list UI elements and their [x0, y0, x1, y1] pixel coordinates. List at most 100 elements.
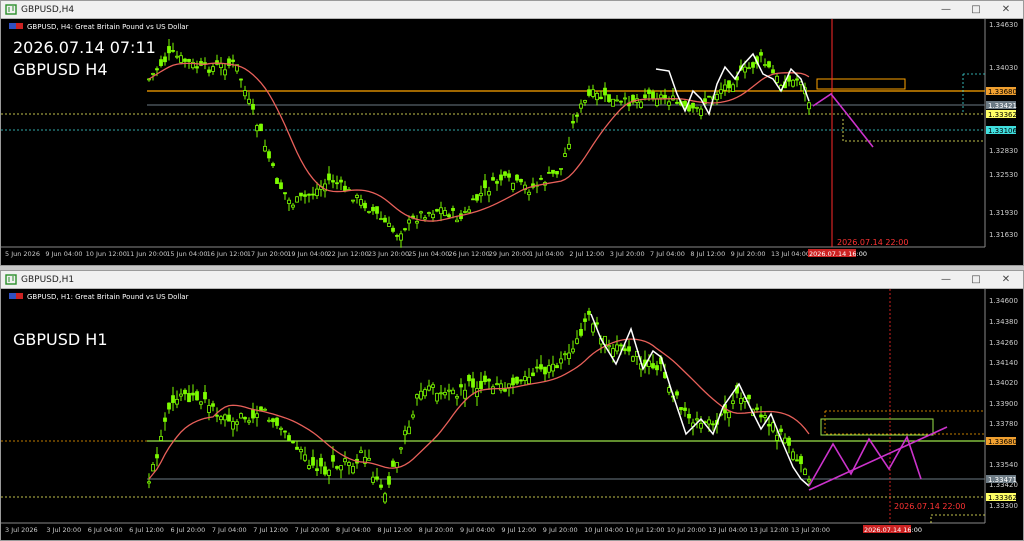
window-titlebar[interactable]: GBPUSD,H1 — □ ✕	[1, 271, 1023, 289]
candle-body	[371, 476, 375, 483]
candle-body	[175, 55, 179, 58]
candle-body	[691, 102, 695, 109]
time-marker: 2026.07.14 16:00	[864, 526, 922, 534]
candle-body	[323, 466, 327, 475]
candle-body	[771, 422, 775, 432]
candle-body	[495, 383, 499, 386]
candle-body	[179, 55, 183, 63]
candle-body	[283, 430, 287, 433]
candle-body	[403, 228, 407, 231]
candle-body	[315, 188, 319, 197]
candle-body	[231, 59, 235, 62]
candle-body	[183, 58, 187, 62]
minimize-button[interactable]: —	[931, 271, 961, 288]
candle-body	[567, 352, 571, 360]
candle-body	[415, 394, 419, 399]
candle-body	[151, 73, 155, 75]
price-chart-h1[interactable]: GBPUSD, H1: Great Britain Pound vs US Do…	[1, 289, 1023, 540]
flag-icon	[9, 293, 23, 299]
candle-body	[755, 407, 759, 410]
candle-body	[747, 67, 751, 70]
candle-body	[551, 363, 555, 372]
candle-body	[335, 182, 339, 185]
candle-body	[399, 233, 403, 241]
candle-body	[187, 393, 191, 403]
candle-body	[563, 153, 567, 157]
candle-body	[643, 94, 647, 99]
candle-body	[443, 391, 447, 396]
time-label: 9 Jul 20:00	[543, 526, 578, 534]
candle-body	[247, 98, 251, 104]
price-label: 1.31930	[989, 209, 1018, 217]
candle-body	[255, 125, 259, 132]
close-button[interactable]: ✕	[991, 271, 1021, 288]
candle-body	[699, 422, 703, 429]
candle-body	[651, 363, 655, 369]
overlay-datetime: 2026.07.14 07:11	[13, 38, 156, 57]
candle-body	[295, 446, 299, 450]
candle-body	[363, 202, 367, 209]
chart-window-h4[interactable]: GBPUSD,H4 — □ ✕ GBPUSD, H4: Great Britai…	[0, 0, 1024, 266]
candle-body	[451, 389, 455, 395]
candle-body	[727, 411, 731, 419]
candle-body	[427, 385, 431, 391]
candle-body	[211, 66, 215, 72]
candle-body	[619, 100, 623, 103]
candle-body	[467, 375, 471, 382]
candle-body	[251, 409, 255, 419]
price-tag: 1.33421	[988, 102, 1017, 110]
chart-window-h1[interactable]: GBPUSD,H1 — □ ✕ GBPUSD, H1: Great Britai…	[0, 270, 1024, 541]
time-marker: 2026.07.14 16:00	[809, 250, 867, 258]
candle-body	[379, 218, 383, 220]
candle-body	[807, 479, 811, 482]
maximize-button[interactable]: □	[961, 271, 991, 288]
candle-body	[519, 379, 523, 382]
candle-body	[567, 143, 571, 149]
candle-body	[519, 178, 523, 183]
candle-body	[443, 210, 447, 216]
time-label: 19 Jun 04:00	[287, 250, 328, 258]
candle-body	[775, 434, 779, 441]
candle-body	[303, 194, 307, 197]
close-button[interactable]: ✕	[991, 1, 1021, 18]
candle-body	[575, 338, 579, 344]
candle-body	[259, 123, 263, 132]
candle-body	[775, 75, 779, 83]
candle-body	[607, 345, 611, 348]
time-label: 8 Jul 12:00	[690, 250, 725, 258]
candle-body	[295, 196, 299, 203]
candle-body	[591, 323, 595, 333]
candle-body	[231, 421, 235, 430]
time-label: 10 Jun 12:00	[86, 250, 127, 258]
candle-body	[547, 171, 551, 174]
candle-body	[439, 207, 443, 215]
candle-body	[171, 395, 175, 403]
candle-body	[435, 392, 439, 402]
candle-body	[207, 69, 211, 73]
candle-body	[543, 366, 547, 375]
window-titlebar[interactable]: GBPUSD,H4 — □ ✕	[1, 1, 1023, 19]
candle-body	[271, 418, 275, 423]
candle-body	[255, 413, 259, 418]
minimize-button[interactable]: —	[931, 1, 961, 18]
candle-body	[639, 101, 643, 108]
candle-body	[415, 221, 419, 224]
candle-body	[175, 398, 179, 405]
candle-body	[739, 398, 743, 404]
price-chart-h4[interactable]: GBPUSD, H4: Great Britain Pound vs US Do…	[1, 19, 1023, 265]
candle-body	[719, 89, 723, 94]
candle-body	[487, 191, 491, 196]
candle-body	[191, 392, 195, 396]
candle-body	[731, 400, 735, 404]
maximize-button[interactable]: □	[961, 1, 991, 18]
candle-body	[375, 476, 379, 480]
candle-body	[419, 211, 423, 214]
candle-body	[279, 182, 283, 189]
candle-body	[431, 213, 435, 219]
candle-body	[687, 413, 691, 419]
time-label: 9 Jul 20:00	[731, 250, 766, 258]
candle-body	[355, 194, 359, 198]
candle-body	[675, 391, 679, 396]
price-label: 1.33900	[989, 400, 1018, 408]
candle-body	[263, 408, 267, 411]
